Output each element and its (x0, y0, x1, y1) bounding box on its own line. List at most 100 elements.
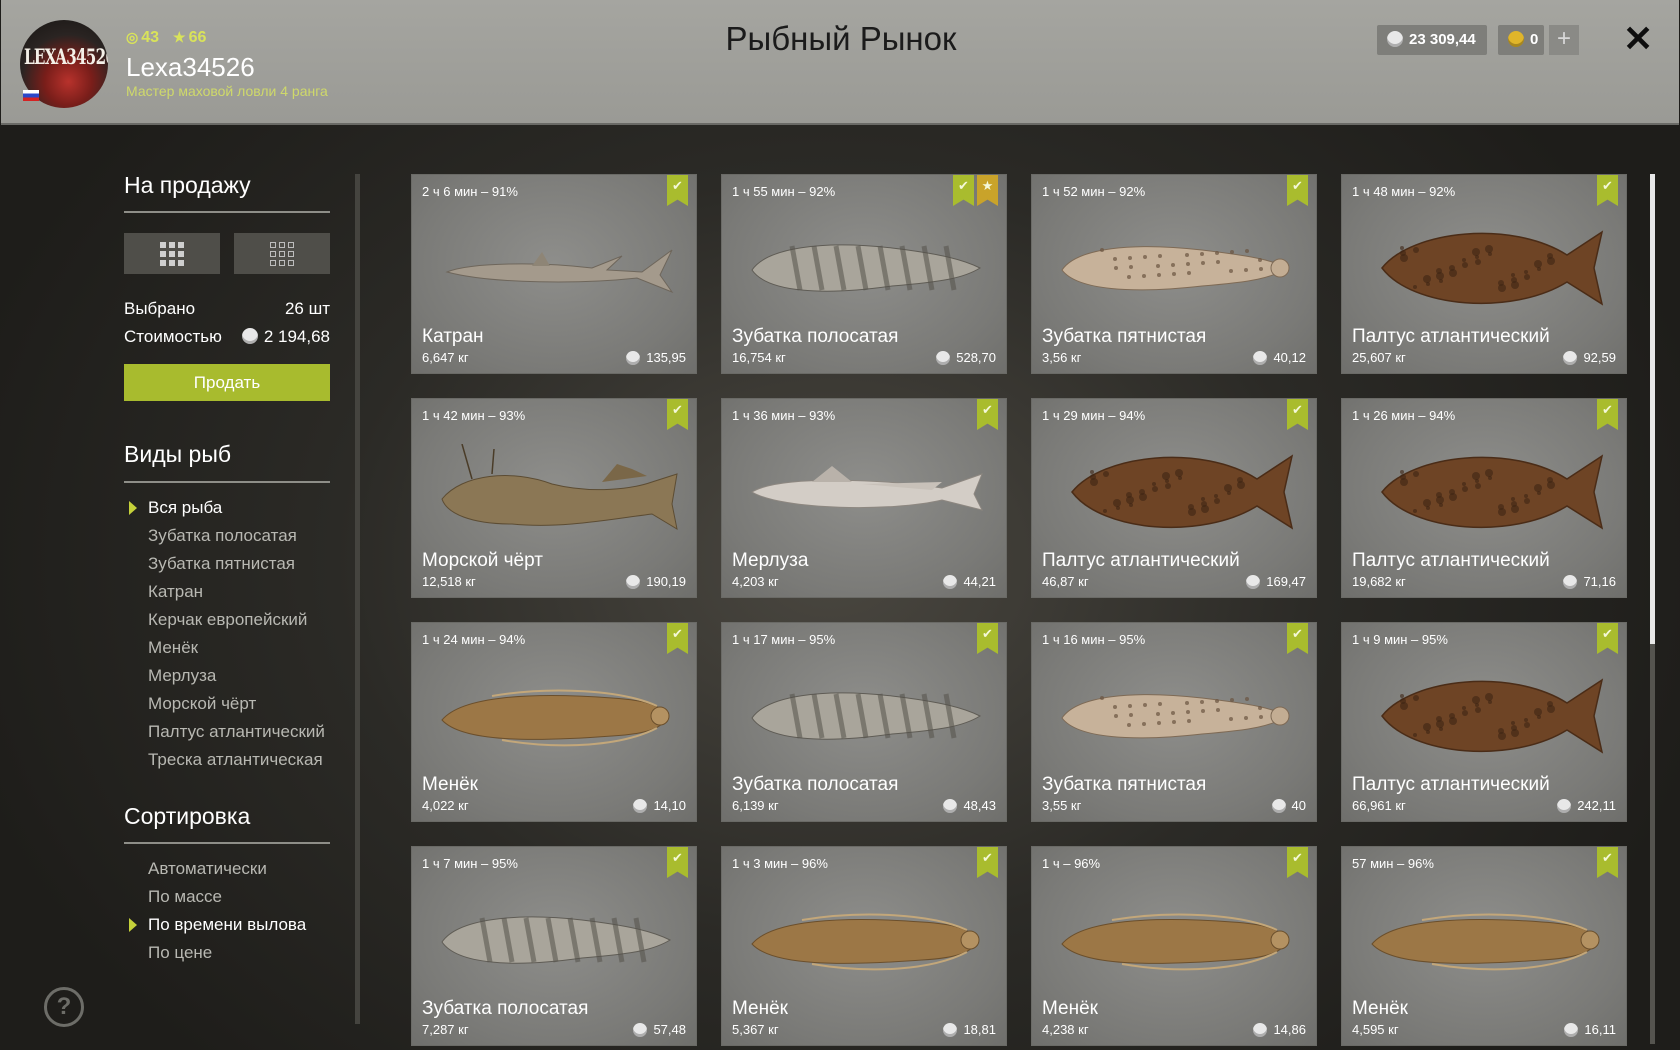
add-gold-button[interactable]: + (1549, 25, 1579, 55)
level-ring-icon: ◎ (126, 29, 139, 45)
help-button[interactable]: ? (44, 987, 84, 1027)
fish-card[interactable]: 1 ч 24 мин – 94% ✔ Менёк 4,022 кг 14,10 (411, 622, 697, 822)
fish-price: 92,59 (1563, 350, 1616, 365)
sell-button[interactable]: Продать (124, 364, 330, 401)
view-grid-small-button[interactable] (124, 233, 220, 274)
selected-check-icon[interactable]: ✔ (1597, 623, 1618, 654)
sort-option-item[interactable]: По времени вылова (148, 915, 306, 935)
silver-coin-icon (633, 1022, 648, 1037)
fish-image (1061, 246, 1290, 291)
sort-option-item[interactable]: По цене (148, 943, 212, 963)
catch-time-freshness: 1 ч 55 мин – 92% (732, 184, 836, 199)
fish-card[interactable]: 1 ч 3 мин – 96% ✔ Менёк 5,367 кг 18,81 (721, 846, 1007, 1046)
selected-check-icon[interactable]: ✔ (667, 847, 688, 878)
fish-card[interactable]: 1 ч 17 мин – 95% ✔ Зубатка полосатая 6,139 … (721, 622, 1007, 822)
selected-check-icon[interactable]: ✔ (1597, 847, 1618, 878)
species-filter-item[interactable]: Зубатка пятнистая (148, 554, 295, 574)
fish-image (441, 444, 678, 531)
fish-weight: 16,754 кг (732, 350, 786, 365)
species-filter-item[interactable]: Треска атлантическая (148, 750, 323, 770)
fish-price: 48,43 (943, 798, 996, 813)
fish-price: 18,81 (943, 1022, 996, 1037)
fish-card[interactable]: 1 ч 36 мин – 93% ✔ Мерлуза 4,203 кг 44,21 (721, 398, 1007, 598)
fish-weight: 66,961 кг (1352, 798, 1406, 813)
selected-check-icon[interactable]: ✔ (977, 847, 998, 878)
sort-option-item[interactable]: По массе (148, 887, 222, 907)
for-sale-title: На продажу (124, 172, 251, 198)
sort-option-item[interactable]: Автоматически (148, 859, 267, 879)
page-title: Рыбный Рынок (725, 20, 957, 57)
species-filter-item[interactable]: Вся рыба (148, 498, 222, 518)
silver-balance: 23 309,44 (1377, 25, 1487, 55)
selected-check-icon[interactable]: ✔ (667, 175, 688, 206)
species-filter-item[interactable]: Керчак европейский (148, 610, 307, 630)
fish-name: Зубатка полосатая (732, 774, 899, 795)
close-button[interactable]: ✕ (1623, 18, 1653, 60)
silver-coin-icon (626, 574, 641, 589)
fish-card[interactable]: 1 ч – 96% ✔ Менёк 4,238 кг 14,86 (1031, 846, 1317, 1046)
fish-name: Менёк (1352, 998, 1408, 1019)
scrollbar-track[interactable] (1650, 644, 1655, 1044)
fish-card[interactable]: 1 ч 16 мин – 95% ✔ Зубатка пятнистая 3,55 к… (1031, 622, 1317, 822)
fish-card[interactable]: 1 ч 7 мин – 95% ✔ Зубатка полосатая 7,287 к… (411, 846, 697, 1046)
fish-card[interactable]: 1 ч 55 мин – 92% ✔ ★ Зубатка полосатая 16,75… (721, 174, 1007, 374)
fish-price: 190,19 (626, 574, 686, 589)
species-filter-item[interactable]: Катран (148, 582, 203, 602)
catch-time-freshness: 1 ч 26 мин – 94% (1352, 408, 1456, 423)
selected-check-icon[interactable]: ✔ (977, 623, 998, 654)
selected-check-icon[interactable]: ✔ (1287, 847, 1308, 878)
catch-time-freshness: 1 ч 9 мин – 95% (1352, 632, 1448, 647)
fish-card[interactable]: 1 ч 52 мин – 92% ✔ Зубатка пятнистая 3,56 к… (1031, 174, 1317, 374)
species-filter-item[interactable]: Менёк (148, 638, 198, 658)
silver-coin-icon (241, 328, 258, 345)
selected-check-icon[interactable]: ✔ (1287, 175, 1308, 206)
fish-card[interactable]: 57 мин – 96% ✔ Менёк 4,595 кг 16,11 (1341, 846, 1627, 1046)
grid-icon (160, 242, 184, 266)
fish-name: Зубатка полосатая (422, 998, 589, 1019)
species-filter-item[interactable]: Зубатка полосатая (148, 526, 297, 546)
fish-card[interactable]: 1 ч 48 мин – 92% ✔ Палтус атлантический 25,… (1341, 174, 1627, 374)
selected-check-icon[interactable]: ✔ (1287, 623, 1308, 654)
catch-time-freshness: 1 ч 3 мин – 96% (732, 856, 828, 871)
silver-coin-icon (1563, 574, 1578, 589)
grid-outline-icon (270, 242, 294, 266)
total-cost-row: Стоимостью 2 194,68 (124, 327, 330, 346)
star-icon: ★ (173, 29, 186, 45)
selected-check-icon[interactable]: ✔ (1287, 399, 1308, 430)
fish-name: Менёк (1042, 998, 1098, 1019)
fish-name: Палтус атлантический (1352, 326, 1550, 347)
species-filter-item[interactable]: Морской чёрт (148, 694, 256, 714)
selected-check-icon[interactable]: ✔ (1597, 399, 1618, 430)
fish-image (1061, 913, 1290, 971)
selected-check-icon[interactable]: ✔ (977, 399, 998, 430)
russia-flag-icon (23, 90, 39, 101)
fish-weight: 7,287 кг (422, 1022, 469, 1037)
fish-weight: 4,238 кг (1042, 1022, 1089, 1037)
fish-card[interactable]: 1 ч 9 мин – 95% ✔ Палтус атлантический 66,9… (1341, 622, 1627, 822)
fish-name: Менёк (422, 774, 478, 795)
silver-coin-icon (1563, 350, 1578, 365)
species-filter-item[interactable]: Мерлуза (148, 666, 216, 686)
fish-price: 169,47 (1246, 574, 1306, 589)
selected-check-icon[interactable]: ✔ (1597, 175, 1618, 206)
catch-time-freshness: 1 ч – 96% (1042, 856, 1101, 871)
fish-weight: 19,682 кг (1352, 574, 1406, 589)
fish-card[interactable]: 1 ч 29 мин – 94% ✔ Палтус атлантический 46,… (1031, 398, 1317, 598)
scrollbar-thumb[interactable] (1650, 174, 1655, 644)
silver-coin-icon (1387, 30, 1403, 47)
selected-check-icon[interactable]: ✔ (953, 175, 974, 206)
catch-time-freshness: 57 мин – 96% (1352, 856, 1434, 871)
selected-check-icon[interactable]: ✔ (667, 399, 688, 430)
fish-card[interactable]: 1 ч 26 мин – 94% ✔ Палтус атлантический 19,… (1341, 398, 1627, 598)
fish-card[interactable]: 2 ч 6 мин – 91% ✔ Катран 6,647 кг 135,95 (411, 174, 697, 374)
silver-coin-icon (1271, 798, 1286, 813)
fish-card[interactable]: 1 ч 42 мин – 93% ✔ Морской чёрт 12,518 кг 19… (411, 398, 697, 598)
top-bar: LEXA34526 ◎ 43 ★ 66 Lexa34526 Мастер махов… (1, 0, 1679, 125)
selected-arrow-icon (129, 501, 137, 515)
fish-price: 44,21 (943, 574, 996, 589)
species-filter-item[interactable]: Палтус атлантический (148, 722, 325, 742)
fish-price: 14,10 (633, 798, 686, 813)
selected-arrow-icon (129, 918, 137, 932)
view-grid-large-button[interactable] (234, 233, 330, 274)
selected-check-icon[interactable]: ✔ (667, 623, 688, 654)
